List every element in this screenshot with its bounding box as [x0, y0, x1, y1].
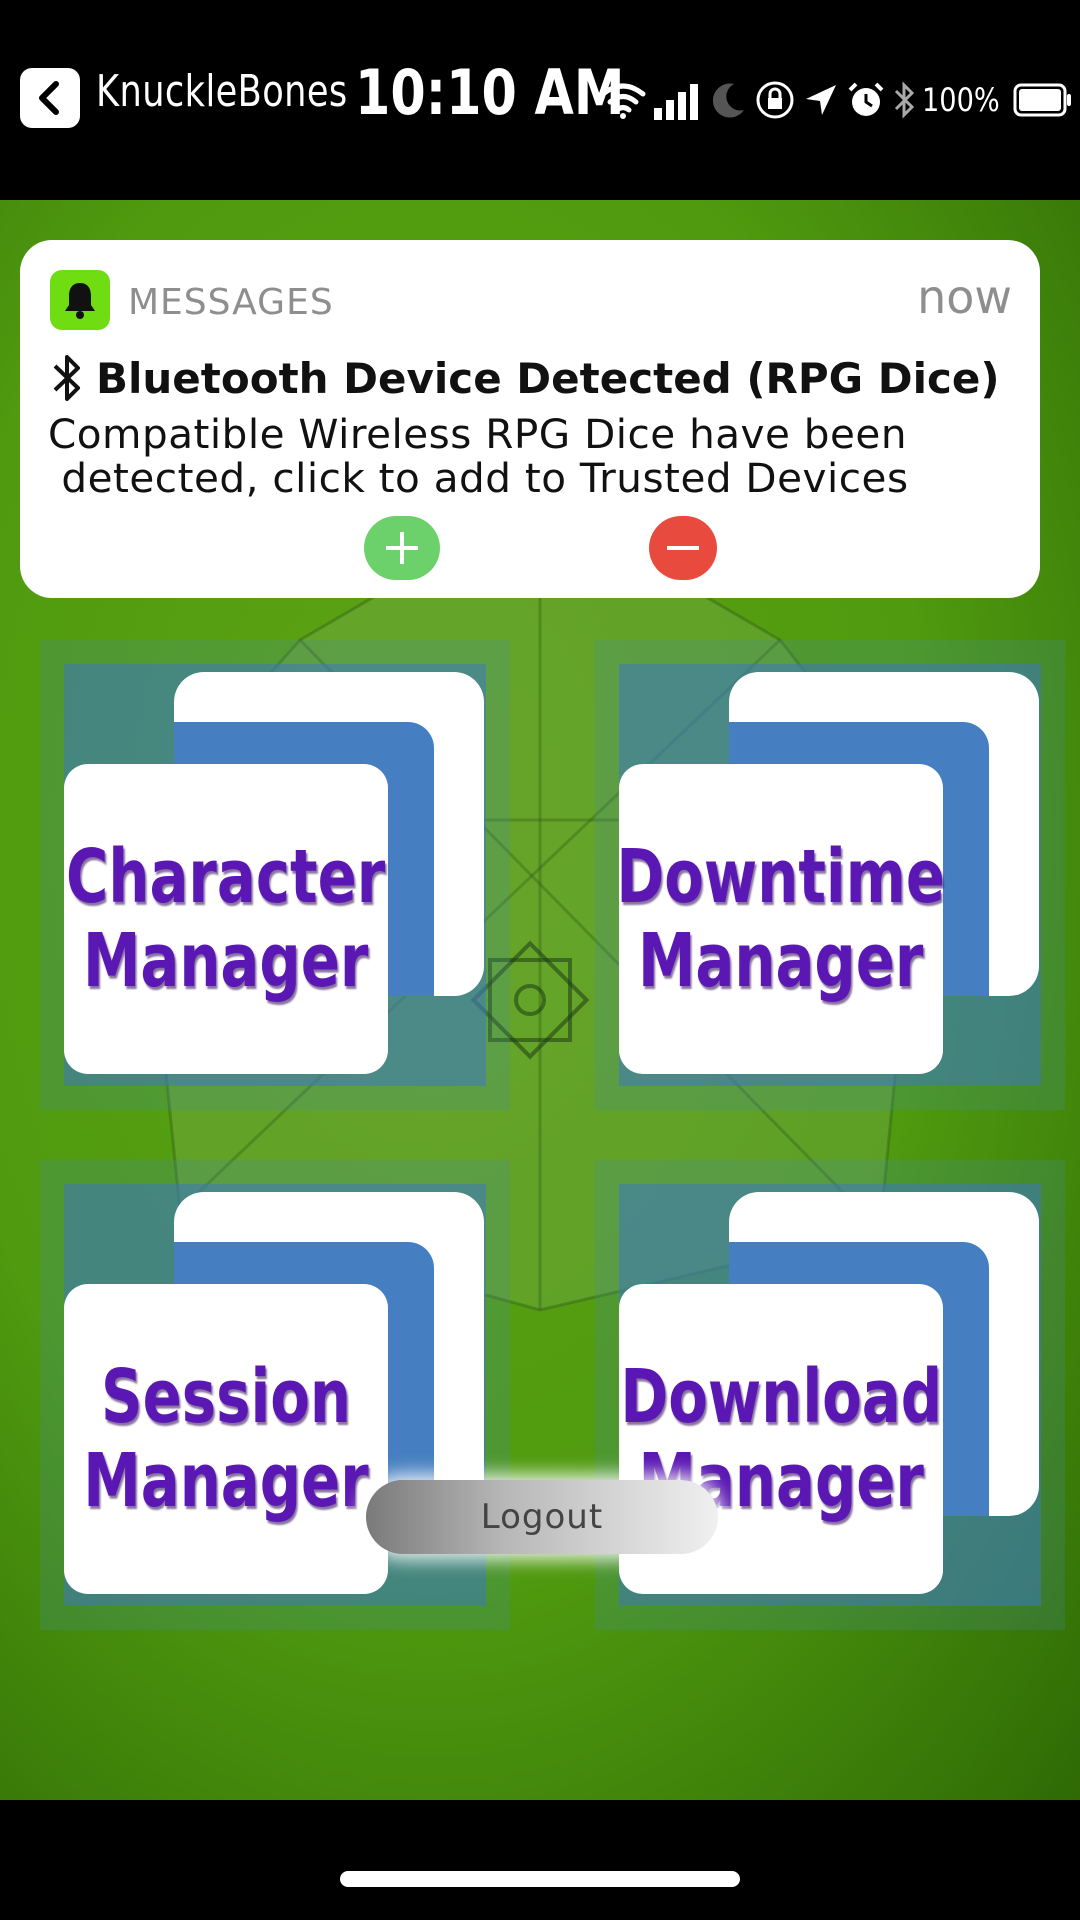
notification-title-row: Bluetooth Device Detected (RPG Dice) — [50, 352, 1000, 404]
back-icon — [39, 81, 59, 115]
status-icons: 100% — [600, 76, 1073, 124]
logout-button[interactable]: Logout — [366, 1480, 718, 1554]
location-arrow-icon — [802, 76, 840, 124]
notification-banner[interactable]: MESSAGES now Bluetooth Device Detected (… — [20, 240, 1040, 598]
back-app-name[interactable]: KnuckleBones — [96, 66, 348, 117]
notification-body: Compatible Wireless RPG Dice have been d… — [48, 410, 909, 502]
rotation-lock-icon — [754, 76, 796, 124]
downtime-manager-label: Downtime Manager — [616, 834, 946, 1004]
moon-icon — [708, 76, 748, 124]
logout-label: Logout — [480, 1497, 604, 1537]
session-manager-label: Session Manager — [83, 1354, 369, 1524]
session-manager-tile[interactable]: Session Manager — [40, 1160, 510, 1630]
status-time: 10:10 AM — [355, 56, 625, 129]
dismiss-device-button[interactable] — [649, 516, 717, 580]
back-button[interactable] — [20, 68, 80, 128]
wifi-icon — [600, 76, 646, 124]
status-bar: KnuckleBones 10:10 AM 100% — [0, 0, 1080, 200]
notification-title: Bluetooth Device Detected (RPG Dice) — [96, 353, 1000, 403]
bell-icon — [65, 283, 95, 319]
alarm-icon — [846, 76, 886, 124]
signal-icon — [652, 76, 702, 124]
battery-icon — [1013, 76, 1073, 124]
tile-front-card: Character Manager — [64, 764, 388, 1074]
character-manager-label: Character Manager — [66, 834, 386, 1004]
notification-app-name: MESSAGES — [128, 282, 334, 323]
notification-time: now — [917, 270, 1012, 324]
messages-app-icon — [50, 270, 110, 330]
battery-percent: 100% — [922, 81, 1000, 119]
bluetooth-icon — [53, 355, 80, 401]
home-indicator[interactable] — [340, 1871, 740, 1887]
add-trusted-device-button[interactable] — [364, 516, 440, 580]
minus-icon — [667, 546, 699, 550]
downtime-manager-tile[interactable]: Downtime Manager — [595, 640, 1065, 1110]
tile-front-card: Session Manager — [64, 1284, 388, 1594]
tile-front-card: Downtime Manager — [616, 764, 946, 1074]
plus-icon — [386, 532, 418, 564]
download-manager-tile[interactable]: Download Manager — [595, 1160, 1065, 1630]
character-manager-tile[interactable]: Character Manager — [40, 640, 510, 1110]
phone-frame: KnuckleBones 10:10 AM 100% MESSAGES now … — [0, 0, 1080, 1920]
bluetooth-icon — [892, 76, 916, 124]
